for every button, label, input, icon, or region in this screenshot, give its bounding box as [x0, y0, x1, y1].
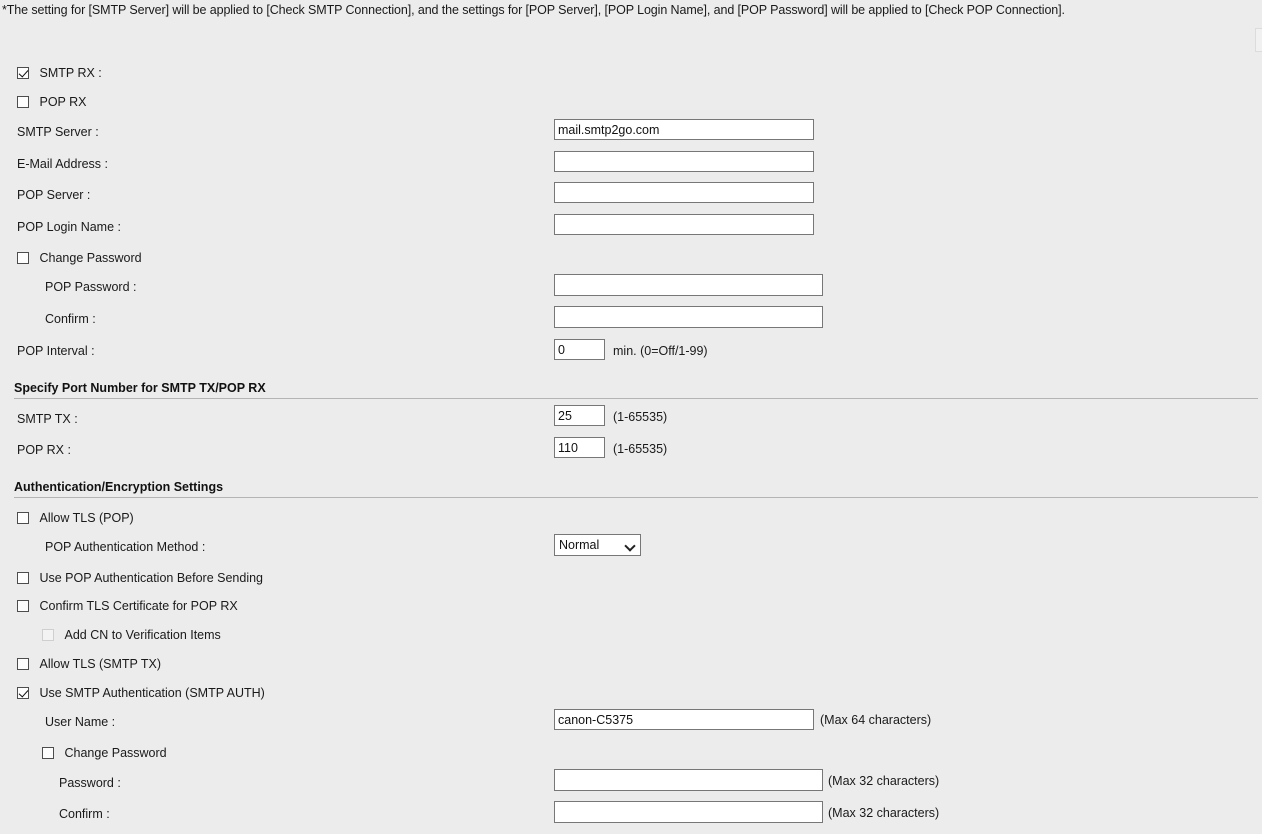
auth-heading-text: Authentication/Encryption Settings: [14, 480, 224, 494]
pop-rx-port-input[interactable]: [554, 437, 605, 458]
smtp-user-name-hint: (Max 64 characters): [820, 713, 932, 727]
smtp-server-label: SMTP Server :: [17, 125, 99, 139]
pop-login-name-input[interactable]: [554, 214, 814, 235]
pop-change-password-label: Change Password: [39, 251, 142, 265]
pop-login-name-label: POP Login Name :: [17, 220, 121, 234]
smtp-change-password-checkbox[interactable]: [42, 747, 54, 759]
smtp-tx-port-label: SMTP TX :: [17, 412, 78, 426]
smtp-tx-port-input[interactable]: [554, 405, 605, 426]
add-cn-row: Add CN to Verification Items: [42, 628, 221, 644]
offscreen-control-stub[interactable]: [1255, 28, 1262, 52]
pop-auth-method-select[interactable]: Normal: [555, 535, 640, 555]
smtp-change-password-label: Change Password: [64, 746, 167, 760]
pop-password-input[interactable]: [554, 274, 823, 296]
pop-confirm-label: Confirm :: [45, 312, 96, 326]
allow-tls-smtp-checkbox[interactable]: [17, 658, 29, 670]
allow-tls-smtp-row[interactable]: Allow TLS (SMTP TX): [17, 657, 161, 673]
use-smtp-auth-checkbox[interactable]: [17, 687, 29, 699]
smtp-password-label: Password :: [59, 776, 121, 790]
pop-interval-label: POP Interval :: [17, 344, 95, 358]
pop-rx-checkbox[interactable]: [17, 96, 29, 108]
allow-tls-pop-label: Allow TLS (POP): [39, 511, 134, 525]
use-smtp-auth-label: Use SMTP Authentication (SMTP AUTH): [39, 686, 265, 700]
confirm-tls-certificate-checkbox[interactable]: [17, 600, 29, 612]
allow-tls-pop-row[interactable]: Allow TLS (POP): [17, 511, 134, 527]
smtp-confirm-hint: (Max 32 characters): [828, 806, 940, 820]
pop-interval-hint: min. (0=Off/1-99): [613, 344, 708, 358]
pop-rx-port-label: POP RX :: [17, 443, 71, 457]
pop-confirm-input[interactable]: [554, 306, 823, 328]
smtp-user-name-label: User Name :: [45, 715, 116, 729]
smtp-rx-row[interactable]: SMTP RX :: [17, 66, 102, 82]
smtp-change-password-row[interactable]: Change Password: [42, 746, 167, 762]
info-note: *The setting for [SMTP Server] will be a…: [2, 3, 1065, 17]
pop-auth-method-select-wrap[interactable]: Normal: [554, 534, 641, 556]
smtp-user-name-input[interactable]: [554, 709, 814, 730]
smtp-server-input[interactable]: [554, 119, 814, 140]
smtp-tx-port-hint: (1-65535): [613, 410, 668, 424]
use-pop-auth-before-sending-row[interactable]: Use POP Authentication Before Sending: [17, 571, 263, 587]
smtp-confirm-input[interactable]: [554, 801, 823, 823]
pop-server-input[interactable]: [554, 182, 814, 203]
smtp-password-hint: (Max 32 characters): [828, 774, 940, 788]
smtp-confirm-label: Confirm :: [59, 807, 110, 821]
allow-tls-smtp-label: Allow TLS (SMTP TX): [39, 657, 162, 671]
pop-password-label: POP Password :: [45, 280, 137, 294]
add-cn-label: Add CN to Verification Items: [64, 628, 221, 642]
pop-rx-label: POP RX: [39, 95, 87, 109]
pop-change-password-checkbox[interactable]: [17, 252, 29, 264]
email-address-input[interactable]: [554, 151, 814, 172]
pop-server-label: POP Server :: [17, 188, 91, 202]
smtp-rx-checkbox[interactable]: [17, 67, 29, 79]
smtp-password-input[interactable]: [554, 769, 823, 791]
pop-auth-method-label: POP Authentication Method :: [45, 540, 206, 554]
use-pop-auth-before-sending-checkbox[interactable]: [17, 572, 29, 584]
add-cn-checkbox: [42, 629, 54, 641]
pop-interval-input[interactable]: [554, 339, 605, 360]
auth-section-heading: Authentication/Encryption Settings: [14, 480, 1258, 498]
confirm-tls-certificate-label: Confirm TLS Certificate for POP RX: [39, 599, 238, 613]
use-smtp-auth-row[interactable]: Use SMTP Authentication (SMTP AUTH): [17, 686, 265, 702]
allow-tls-pop-checkbox[interactable]: [17, 512, 29, 524]
port-number-heading-text: Specify Port Number for SMTP TX/POP RX: [14, 381, 266, 395]
port-number-section-heading: Specify Port Number for SMTP TX/POP RX: [14, 381, 1258, 399]
pop-rx-row[interactable]: POP RX: [17, 95, 87, 111]
smtp-rx-label: SMTP RX :: [39, 66, 102, 80]
pop-rx-port-hint: (1-65535): [613, 442, 668, 456]
use-pop-auth-before-sending-label: Use POP Authentication Before Sending: [39, 571, 264, 585]
email-address-label: E-Mail Address :: [17, 157, 109, 171]
confirm-tls-certificate-row[interactable]: Confirm TLS Certificate for POP RX: [17, 599, 238, 615]
pop-change-password-row[interactable]: Change Password: [17, 251, 142, 267]
